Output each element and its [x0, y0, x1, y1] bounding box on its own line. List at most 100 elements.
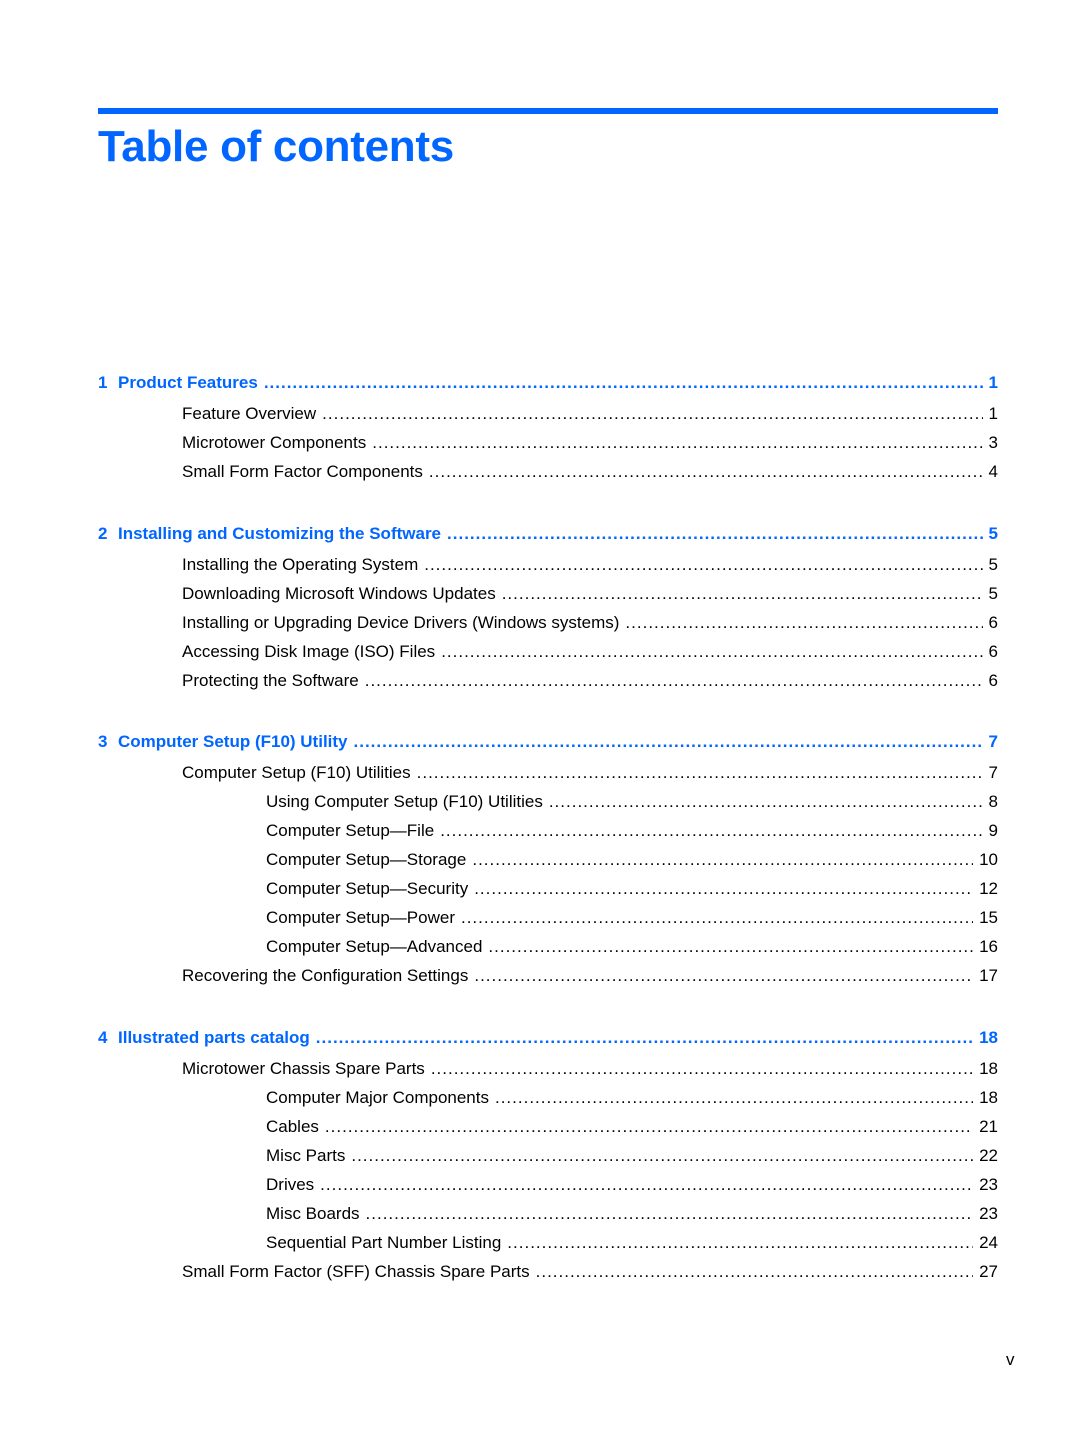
chapter-page-number: 5: [988, 524, 998, 543]
dot-leader: [429, 461, 983, 483]
chapter-page-number: 1: [988, 373, 998, 392]
entry-page-number: 15: [979, 908, 998, 927]
entry-title: Computer Setup—Storage: [266, 850, 467, 869]
entry-page-number: 4: [988, 462, 998, 481]
entry-title: Installing the Operating System: [182, 555, 419, 574]
toc-chapter-link[interactable]: 3 Computer Setup (F10) Utility 7: [98, 731, 998, 753]
dot-leader: [447, 523, 983, 545]
toc-entry-link[interactable]: Computer Setup (F10) Utilities 7: [98, 762, 998, 784]
chapter-title: 3 Computer Setup (F10) Utility: [98, 731, 354, 753]
entry-title: Small Form Factor (SFF) Chassis Spare Pa…: [182, 1262, 530, 1281]
entry-title: Computer Major Components: [266, 1088, 489, 1107]
entry-page-number: 1: [988, 404, 998, 423]
dot-leader: [502, 583, 983, 605]
chapter-title: 2 Installing and Customizing the Software: [98, 523, 447, 545]
dot-leader: [441, 641, 982, 663]
toc-entry-link[interactable]: Cables 21: [98, 1116, 998, 1138]
toc-entry-link[interactable]: Accessing Disk Image (ISO) Files 6: [98, 641, 998, 663]
chapter-title-text: Installing and Customizing the Software: [118, 524, 442, 543]
dot-leader: [536, 1261, 973, 1283]
entry-page-number: 18: [979, 1088, 998, 1107]
toc-entry-link[interactable]: Installing the Operating System 5: [98, 554, 998, 576]
toc-entry-link[interactable]: Drives 23: [98, 1174, 998, 1196]
dot-leader: [325, 1116, 973, 1138]
toc-entry-link[interactable]: Computer Setup—Security 12: [98, 878, 998, 900]
toc-entry-link[interactable]: Computer Setup—File 9: [98, 820, 998, 842]
toc-chapter-link[interactable]: 1 Product Features 1: [98, 372, 998, 394]
toc-entry-link[interactable]: Small Form Factor (SFF) Chassis Spare Pa…: [98, 1261, 998, 1283]
toc-entry-link[interactable]: Microtower Components 3: [98, 432, 998, 454]
entry-title: Computer Setup—Advanced: [266, 937, 483, 956]
dot-leader: [354, 731, 983, 753]
dot-leader: [625, 612, 982, 634]
dot-leader: [264, 372, 983, 394]
entry-page-number: 9: [988, 821, 998, 840]
entry-page-number: 22: [979, 1146, 998, 1165]
entry-page-number: 6: [988, 642, 998, 661]
toc-chapter-link[interactable]: 2 Installing and Customizing the Software…: [98, 523, 998, 545]
entry-title: Computer Setup—Security: [266, 879, 469, 898]
dot-leader: [372, 432, 982, 454]
toc-entry-link[interactable]: Sequential Part Number Listing 24: [98, 1232, 998, 1254]
toc-entry-link[interactable]: Microtower Chassis Spare Parts 18: [98, 1058, 998, 1080]
toc-entry-link[interactable]: Computer Setup—Power 15: [98, 907, 998, 929]
entry-title: Microtower Components: [182, 433, 367, 452]
chapter-number: 3: [98, 732, 108, 751]
toc-entry-link[interactable]: Computer Major Components 18: [98, 1087, 998, 1109]
dot-leader: [351, 1145, 973, 1167]
entry-title: Drives: [266, 1175, 315, 1194]
dot-leader: [474, 965, 973, 987]
entry-page-number: 7: [988, 763, 998, 782]
entry-title: Microtower Chassis Spare Parts: [182, 1059, 425, 1078]
toc-entry-link[interactable]: Installing or Upgrading Device Drivers (…: [98, 612, 998, 634]
toc-entry-link[interactable]: Using Computer Setup (F10) Utilities 8: [98, 791, 998, 813]
entry-page-number: 18: [979, 1059, 998, 1078]
toc-entry-link[interactable]: Downloading Microsoft Windows Updates 5: [98, 583, 998, 605]
toc-entry-link[interactable]: Computer Setup—Advanced 16: [98, 936, 998, 958]
toc-entry-link[interactable]: Recovering the Configuration Settings 17: [98, 965, 998, 987]
chapter-number: 2: [98, 524, 108, 543]
entry-title: Computer Setup—File: [266, 821, 435, 840]
entry-title: Small Form Factor Components: [182, 462, 423, 481]
toc-entry-link[interactable]: Misc Parts 22: [98, 1145, 998, 1167]
entry-page-number: 3: [988, 433, 998, 452]
entry-title: Computer Setup—Power: [266, 908, 455, 927]
entry-title: Accessing Disk Image (ISO) Files: [182, 642, 436, 661]
entry-page-number: 12: [979, 879, 998, 898]
entry-title: Installing or Upgrading Device Drivers (…: [182, 613, 620, 632]
dot-leader: [507, 1232, 973, 1254]
entry-title: Computer Setup (F10) Utilities: [182, 763, 411, 782]
entry-title: Cables: [266, 1117, 319, 1136]
entry-title: Using Computer Setup (F10) Utilities: [266, 792, 543, 811]
entry-title: Downloading Microsoft Windows Updates: [182, 584, 496, 603]
chapter-title-text: Product Features: [118, 373, 258, 392]
dot-leader: [488, 936, 973, 958]
toc-entry-link[interactable]: Misc Boards 23: [98, 1203, 998, 1225]
chapter-title-text: Illustrated parts catalog: [118, 1028, 310, 1047]
entry-page-number: 23: [979, 1204, 998, 1223]
entry-page-number: 6: [988, 613, 998, 632]
toc-entry-link[interactable]: Computer Setup—Storage 10: [98, 849, 998, 871]
chapter-number: 1: [98, 373, 108, 392]
dot-leader: [431, 1058, 973, 1080]
entry-page-number: 5: [988, 555, 998, 574]
entry-page-number: 17: [979, 966, 998, 985]
entry-title: Feature Overview: [182, 404, 317, 423]
dot-leader: [472, 849, 973, 871]
entry-page-number: 10: [979, 850, 998, 869]
toc-entry-link[interactable]: Small Form Factor Components 4: [98, 461, 998, 483]
chapter-title-text: Computer Setup (F10) Utility: [118, 732, 348, 751]
chapter-title: 4 Illustrated parts catalog: [98, 1027, 316, 1049]
chapter-title: 1 Product Features: [98, 372, 264, 394]
dot-leader: [417, 762, 983, 784]
chapter-page-number: 7: [988, 732, 998, 751]
toc-entry-link[interactable]: Feature Overview 1: [98, 403, 998, 425]
toc-chapter-link[interactable]: 4 Illustrated parts catalog 18: [98, 1027, 998, 1049]
dot-leader: [365, 670, 983, 692]
entry-page-number: 16: [979, 937, 998, 956]
entry-title: Misc Boards: [266, 1204, 360, 1223]
entry-page-number: 6: [988, 671, 998, 690]
entry-title: Sequential Part Number Listing: [266, 1233, 502, 1252]
dot-leader: [322, 403, 982, 425]
toc-entry-link[interactable]: Protecting the Software 6: [98, 670, 998, 692]
